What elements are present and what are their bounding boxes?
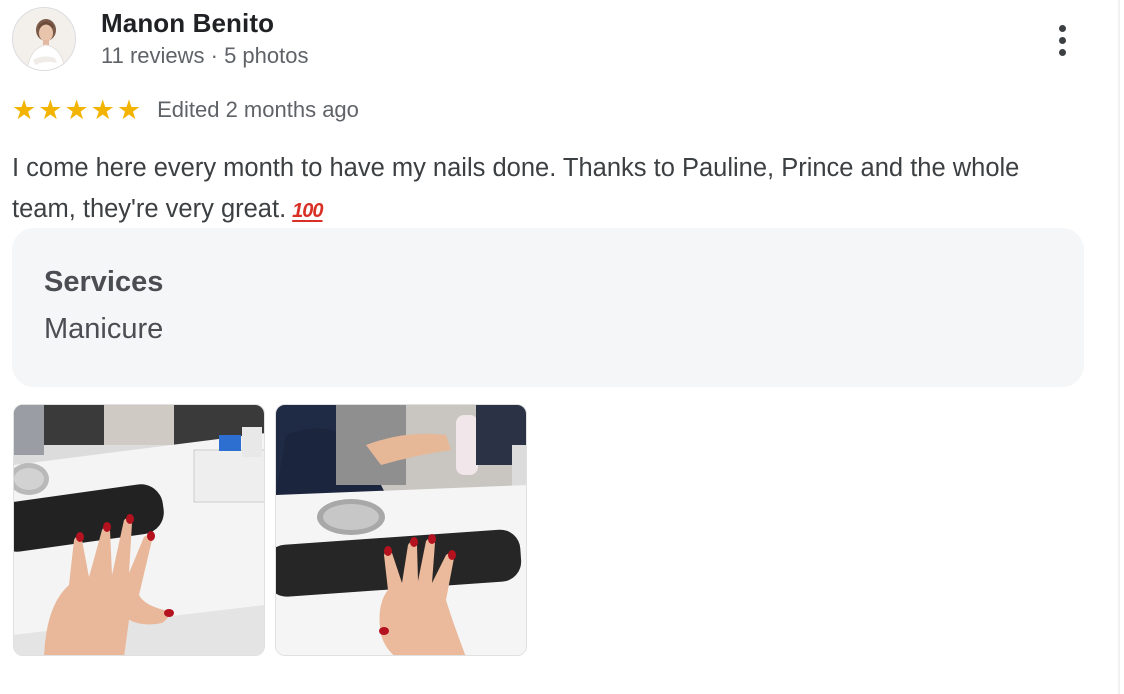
scroll-edge (1117, 0, 1120, 694)
review-photo-2[interactable] (275, 404, 527, 656)
more-vert-icon[interactable] (1046, 18, 1078, 62)
avatar[interactable] (12, 7, 76, 71)
reviewer-name[interactable]: Manon Benito (101, 8, 274, 39)
dot (1058, 24, 1066, 32)
review-card: Manon Benito 11 reviews · 5 photos ★ ★ ★… (0, 0, 1124, 694)
reviewer-stats: 11 reviews · 5 photos (101, 43, 309, 68)
star-icon: ★ (64, 94, 89, 126)
review-text: I come here every month to have my nails… (12, 148, 1072, 232)
star-rating: ★ ★ ★ ★ ★ (12, 97, 141, 124)
edited-timestamp: Edited 2 months ago (157, 97, 359, 122)
services-value: Manicure (44, 313, 164, 345)
star-icon: ★ (116, 94, 142, 126)
hundred-points-icon: 100 (292, 200, 323, 222)
review-photo-1[interactable] (13, 404, 265, 656)
star-icon: ★ (38, 94, 63, 126)
rating-row: ★ ★ ★ ★ ★ Edited 2 months ago (12, 94, 359, 126)
services-heading: Services (44, 266, 164, 298)
dot (1058, 48, 1066, 56)
star-icon: ★ (90, 94, 115, 126)
dot (1058, 36, 1066, 44)
review-body: I come here every month to have my nails… (12, 154, 1020, 223)
services-panel: Services Manicure (12, 228, 1084, 387)
star-icon: ★ (12, 94, 37, 126)
